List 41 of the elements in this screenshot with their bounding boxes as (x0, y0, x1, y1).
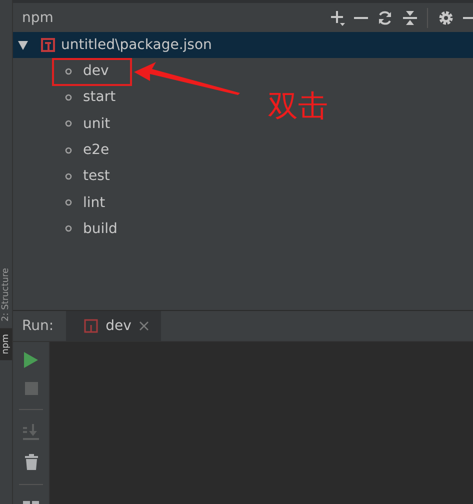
tree-root-row[interactable]: untitled\package.json (13, 32, 473, 58)
bullet-icon (65, 94, 72, 101)
refresh-icon[interactable] (377, 10, 393, 26)
script-item[interactable]: test (65, 163, 114, 190)
script-item[interactable]: dev (65, 58, 113, 84)
script-item[interactable]: build (65, 216, 122, 242)
script-label: lint (83, 194, 106, 211)
close-icon[interactable] (139, 321, 150, 331)
script-label: start (83, 89, 116, 106)
side-tab[interactable]: npm (0, 328, 12, 360)
remove-icon[interactable] (354, 16, 368, 20)
script-item[interactable]: unit (65, 110, 114, 137)
add-icon[interactable] (329, 8, 345, 26)
settings-icon[interactable] (438, 10, 454, 26)
npm-file-icon (41, 38, 55, 52)
bullet-icon (65, 120, 72, 128)
script-label: dev (83, 63, 109, 80)
hide-icon[interactable] (463, 16, 473, 20)
run-tab[interactable]: dev (66, 311, 162, 341)
bullet-icon (65, 225, 72, 232)
script-label: test (83, 168, 110, 184)
npm-file-icon (84, 319, 98, 333)
trash-icon[interactable] (24, 454, 38, 470)
bullet-icon (65, 146, 72, 154)
script-label: e2e (83, 142, 110, 158)
run-label: Run: (21, 318, 55, 334)
annotation-text: 双击 (268, 88, 328, 126)
script-item[interactable]: lint (65, 189, 110, 216)
script-label: build (83, 220, 118, 237)
side-tab[interactable]: 2: Structure (0, 262, 12, 328)
bullet-icon (65, 68, 72, 75)
script-item[interactable]: start (65, 84, 120, 111)
expand-triangle-icon[interactable] (17, 39, 29, 51)
tree-label: untitled\package.json (61, 37, 212, 53)
collapse-all-icon[interactable] (402, 10, 418, 26)
bullet-icon (65, 172, 72, 180)
script-label: unit (83, 116, 110, 132)
bullet-icon (65, 199, 72, 206)
panel-title: npm (22, 10, 54, 26)
run-icon[interactable] (24, 352, 38, 368)
script-item[interactable]: e2e (65, 136, 114, 164)
